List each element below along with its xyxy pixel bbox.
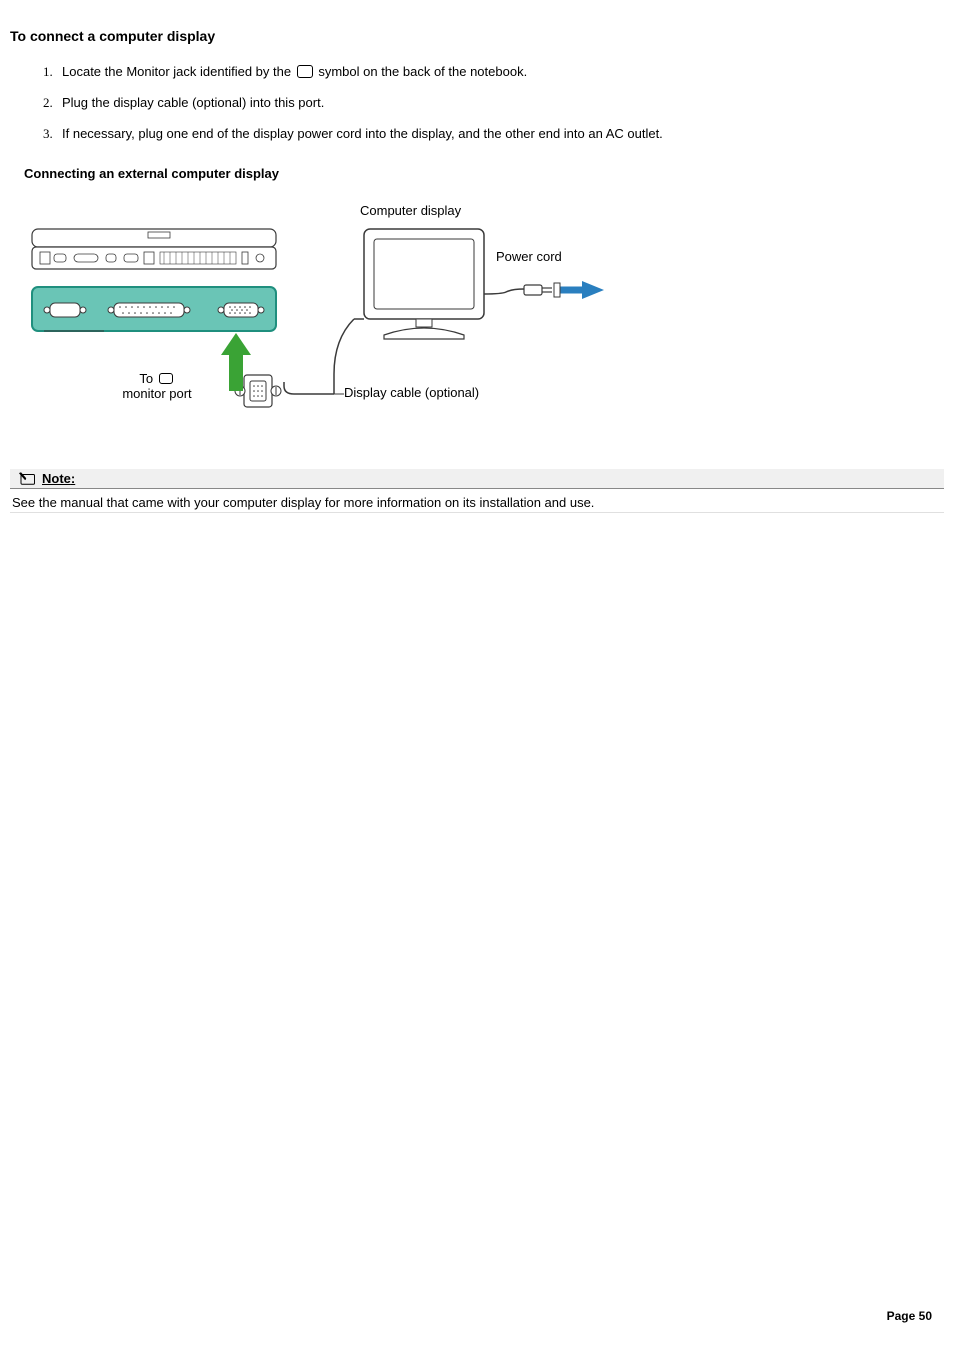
- diagram-svg: [24, 199, 644, 439]
- connection-diagram: Computer display Power cord Display cabl…: [24, 199, 644, 439]
- step-1: Locate the Monitor jack identified by th…: [56, 62, 944, 83]
- note-colon: :: [71, 471, 75, 486]
- label-to-monitor-line1: To: [139, 371, 153, 386]
- note-label-text: Note: [42, 471, 71, 486]
- label-display-cable: Display cable (optional): [344, 385, 479, 400]
- power-cord-illustration: [484, 281, 604, 299]
- manual-page: To connect a computer display Locate the…: [0, 0, 954, 1351]
- notebook-illustration: [32, 229, 276, 331]
- label-computer-display: Computer display: [360, 203, 461, 218]
- step-1-text-pre: Locate the Monitor jack identified by th…: [62, 64, 295, 79]
- monitor-symbol-icon-small: [159, 373, 173, 384]
- page-number: Page 50: [887, 1309, 932, 1323]
- diagram-title: Connecting an external computer display: [24, 166, 944, 181]
- note-header: Note:: [10, 469, 944, 489]
- page-title: To connect a computer display: [10, 28, 944, 44]
- note-label: Note:: [42, 471, 75, 486]
- label-power-cord: Power cord: [496, 249, 562, 264]
- step-1-text-post: symbol on the back of the notebook.: [318, 64, 527, 79]
- note-body: See the manual that came with your compu…: [10, 493, 944, 513]
- monitor-symbol-icon: [297, 65, 313, 78]
- note-icon: [18, 472, 36, 486]
- label-to-monitor-line2: monitor port: [122, 386, 191, 401]
- step-2: Plug the display cable (optional) into t…: [56, 93, 944, 114]
- step-3: If necessary, plug one end of the displa…: [56, 124, 944, 145]
- steps-list: Locate the Monitor jack identified by th…: [56, 62, 944, 144]
- monitor-illustration: [364, 229, 484, 339]
